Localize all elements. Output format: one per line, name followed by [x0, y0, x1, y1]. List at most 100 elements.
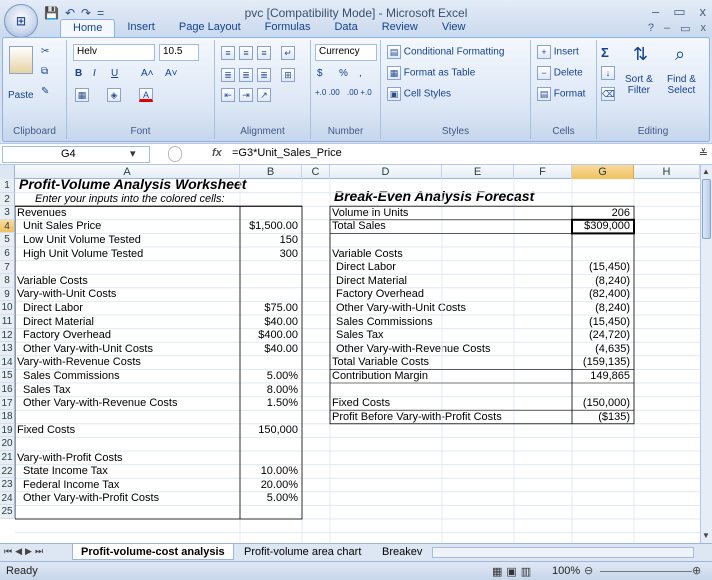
- conditional-formatting-button[interactable]: ▤ Conditional Formatting: [387, 45, 504, 59]
- forecast-label[interactable]: Factory Overhead: [336, 288, 424, 301]
- input-instructions[interactable]: Enter your inputs into the colored cells…: [35, 193, 225, 206]
- forecast-label[interactable]: Volume in Units: [332, 207, 408, 220]
- input-label[interactable]: High Unit Volume Tested: [23, 248, 143, 261]
- number-format-combo[interactable]: Currency: [315, 44, 377, 61]
- copy-icon[interactable]: ⧉: [41, 66, 48, 77]
- row-header-6[interactable]: 6: [0, 247, 15, 261]
- forecast-label[interactable]: Variable Costs: [332, 248, 403, 261]
- input-label[interactable]: State Income Tax: [23, 465, 108, 478]
- column-header-e[interactable]: E: [442, 165, 514, 179]
- worksheet-grid[interactable]: ABCDEFGH 1 2 3 4 5 6 7 8 9 10 11 12 13 14 15 16 17 18 19 20…: [0, 165, 700, 543]
- row-header-9[interactable]: 9: [0, 287, 15, 302]
- align-middle-icon[interactable]: ≡: [239, 46, 253, 60]
- cancel-icon[interactable]: [168, 146, 182, 162]
- forecast-value[interactable]: 149,865: [572, 370, 630, 383]
- name-box[interactable]: G4: [2, 146, 150, 163]
- autosum-button[interactable]: Σ: [601, 45, 609, 60]
- tab-view[interactable]: View: [430, 19, 478, 38]
- workbook-close-button[interactable]: x: [701, 22, 707, 35]
- input-label[interactable]: Sales Commissions: [23, 370, 120, 383]
- align-top-icon[interactable]: ≡: [221, 46, 235, 60]
- row-header-18[interactable]: 18: [0, 410, 15, 424]
- align-left-icon[interactable]: ≣: [221, 68, 235, 82]
- decrease-decimal-button[interactable]: .00 +.0: [347, 88, 372, 97]
- forecast-value[interactable]: (24,720): [572, 329, 630, 342]
- column-header-h[interactable]: H: [634, 165, 700, 179]
- italic-button[interactable]: I: [93, 68, 96, 79]
- row-header-22[interactable]: 22: [0, 464, 15, 479]
- scroll-down-icon[interactable]: ▼: [702, 531, 711, 541]
- row-header-3[interactable]: 3: [0, 206, 15, 220]
- format-button[interactable]: ▤ Format: [537, 87, 585, 101]
- input-label[interactable]: Other Vary-with-Revenue Costs: [23, 397, 177, 410]
- row-header-15[interactable]: 15: [0, 369, 15, 383]
- font-color-icon[interactable]: A: [139, 88, 153, 102]
- wrap-text-icon[interactable]: ↵: [281, 46, 295, 60]
- input-label[interactable]: Vary-with-Revenue Costs: [17, 356, 141, 369]
- forecast-value[interactable]: $309,000: [572, 220, 630, 233]
- forecast-label[interactable]: Total Sales: [332, 220, 386, 233]
- forecast-value[interactable]: (8,240): [572, 302, 630, 315]
- paste-button[interactable]: Paste: [8, 90, 34, 101]
- insert-function-button[interactable]: fx: [212, 147, 222, 159]
- row-header-20[interactable]: 20: [0, 437, 15, 451]
- vertical-scrollbar[interactable]: ▲ ▼: [700, 165, 712, 543]
- input-label[interactable]: Sales Tax: [23, 384, 71, 397]
- input-value[interactable]: 150: [240, 234, 298, 247]
- select-all-button[interactable]: [0, 165, 15, 179]
- sort-filter-button[interactable]: Sort & Filter: [625, 74, 653, 96]
- input-value[interactable]: 8.00%: [240, 384, 298, 397]
- input-label[interactable]: Variable Costs: [17, 275, 88, 288]
- expand-formula-bar-icon[interactable]: ≚: [699, 147, 708, 160]
- forecast-value[interactable]: (159,135): [572, 356, 630, 369]
- row-header-5[interactable]: 5: [0, 233, 15, 247]
- forecast-label[interactable]: Other Vary-with-Unit Costs: [336, 302, 466, 315]
- row-header-4[interactable]: 4: [0, 219, 15, 234]
- workbook-minimize-button[interactable]: –: [664, 22, 670, 35]
- align-center-icon[interactable]: ≣: [239, 68, 253, 82]
- zoom-out-icon[interactable]: ⊖: [584, 564, 593, 577]
- input-value[interactable]: 10.00%: [240, 465, 298, 478]
- tab-formulas[interactable]: Formulas: [253, 19, 323, 38]
- maximize-button[interactable]: ▭: [673, 4, 685, 20]
- forecast-label[interactable]: Other Vary-with-Revenue Costs: [336, 343, 490, 356]
- merge-icon[interactable]: ⊞: [281, 68, 295, 82]
- sheet-tab-breakeven[interactable]: Breakev: [374, 544, 426, 560]
- percent-button[interactable]: %: [339, 68, 348, 79]
- font-name-combo[interactable]: Helv: [73, 44, 155, 61]
- input-value[interactable]: $75.00: [240, 302, 298, 315]
- row-header-17[interactable]: 17: [0, 396, 15, 411]
- forecast-label[interactable]: Sales Tax: [336, 329, 384, 342]
- workbook-restore-button[interactable]: ▭: [680, 22, 690, 35]
- row-header-8[interactable]: 8: [0, 274, 15, 288]
- row-header-21[interactable]: 21: [0, 451, 15, 465]
- insert-button[interactable]: + Insert: [537, 45, 579, 59]
- help-icon[interactable]: ?: [648, 22, 654, 35]
- grow-font-button[interactable]: A˄: [141, 68, 154, 79]
- sheet-tab-area-chart[interactable]: Profit-volume area chart: [236, 544, 369, 560]
- input-value[interactable]: 5.00%: [240, 370, 298, 383]
- input-value[interactable]: 5.00%: [240, 492, 298, 505]
- column-header-g[interactable]: G: [572, 165, 634, 179]
- forecast-value[interactable]: ($135): [572, 411, 630, 424]
- row-header-19[interactable]: 19: [0, 423, 15, 438]
- input-label[interactable]: Unit Sales Price: [23, 220, 101, 233]
- input-value[interactable]: $1,500.00: [240, 220, 298, 233]
- bold-button[interactable]: B: [75, 68, 82, 79]
- input-value[interactable]: $40.00: [240, 343, 298, 356]
- increase-indent-icon[interactable]: ⇥: [239, 88, 253, 102]
- forecast-title[interactable]: Break-Even Analysis Forecast: [334, 189, 534, 203]
- input-label[interactable]: Vary-with-Unit Costs: [17, 288, 116, 301]
- font-size-combo[interactable]: 10.5: [159, 44, 199, 61]
- forecast-label[interactable]: Contribution Margin: [332, 370, 428, 383]
- forecast-value[interactable]: (8,240): [572, 275, 630, 288]
- forecast-value[interactable]: (4,635): [572, 343, 630, 356]
- forecast-label[interactable]: Total Variable Costs: [332, 356, 429, 369]
- fill-icon[interactable]: ↓: [601, 66, 615, 80]
- row-header-7[interactable]: 7: [0, 260, 15, 275]
- input-label[interactable]: Direct Labor: [23, 302, 83, 315]
- input-value[interactable]: 300: [240, 248, 298, 261]
- comma-button[interactable]: ,: [359, 68, 362, 79]
- row-header-1[interactable]: 1: [0, 179, 15, 193]
- shrink-font-button[interactable]: A˅: [165, 68, 178, 79]
